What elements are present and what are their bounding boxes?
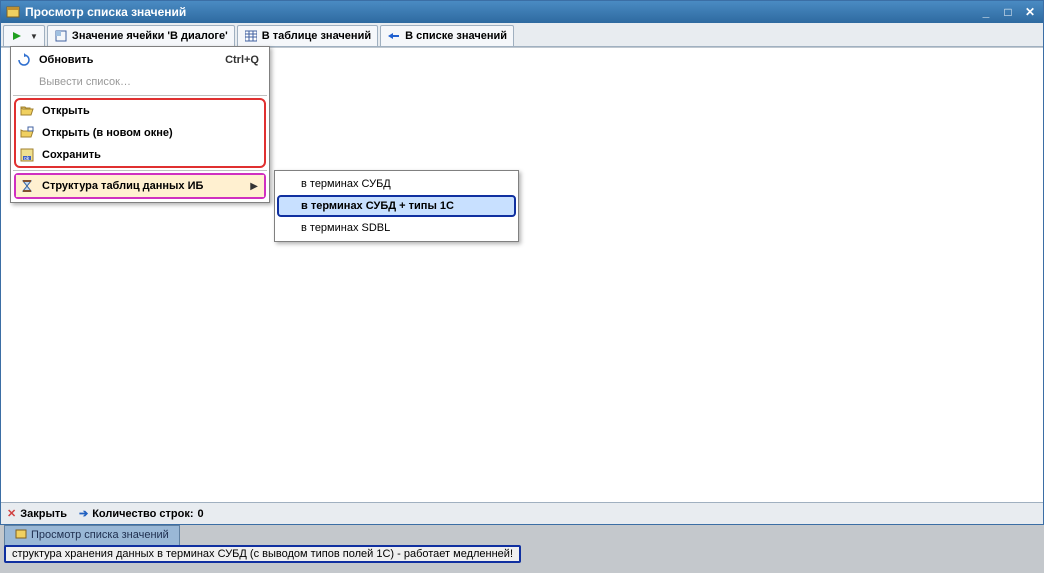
toolbar: ▼ Значение ячейки 'В диалоге' В таблице … xyxy=(1,23,1043,47)
in-table-label: В таблице значений xyxy=(262,30,371,42)
tab-label: Просмотр списка значений xyxy=(31,529,169,541)
in-list-button[interactable]: В списке значений xyxy=(380,25,514,47)
in-list-label: В списке значений xyxy=(405,30,507,42)
menu-separator-2 xyxy=(13,170,267,171)
submenu-item-sdbl[interactable]: в терминах SDBL xyxy=(277,217,516,239)
menu-item-save[interactable]: ok Сохранить xyxy=(16,144,264,166)
menu-open-label: Открыть xyxy=(42,105,260,117)
close-action[interactable]: ✕ Закрыть xyxy=(7,507,67,520)
cell-icon xyxy=(54,29,68,43)
hourglass-icon xyxy=(18,177,36,195)
titlebar: Просмотр списка значений _ □ ✕ xyxy=(1,1,1043,23)
maximize-button[interactable]: □ xyxy=(999,4,1017,20)
run-button[interactable]: ▼ xyxy=(3,25,45,47)
context-menu: Обновить Ctrl+Q Вывести список… Открыть xyxy=(10,46,270,203)
arrow-right-icon: ➔ xyxy=(79,507,88,520)
list-arrow-icon xyxy=(387,29,401,43)
submenu-item-subd[interactable]: в терминах СУБД xyxy=(277,173,516,195)
menu-item-export: Вывести список… xyxy=(13,71,267,93)
structure-submenu: в терминах СУБД в терминах СУБД + типы 1… xyxy=(274,170,519,242)
menu-item-open[interactable]: Открыть xyxy=(16,100,264,122)
folder-new-window-icon xyxy=(18,124,36,142)
window-controls: _ □ ✕ xyxy=(977,4,1039,20)
status-text: структура хранения данных в терминах СУБ… xyxy=(4,545,521,563)
play-icon xyxy=(10,29,24,43)
menu-group-structure: Структура таблиц данных ИБ ▶ xyxy=(14,173,266,199)
refresh-icon xyxy=(15,51,33,69)
menu-separator xyxy=(13,95,267,96)
menu-item-structure[interactable]: Структура таблиц данных ИБ ▶ xyxy=(16,175,264,197)
tab-icon xyxy=(15,528,27,543)
submenu-arrow-icon: ▶ xyxy=(250,181,260,192)
menu-export-label: Вывести список… xyxy=(39,76,263,88)
rowcount-label: Количество строк: xyxy=(92,508,193,520)
cell-value-label: Значение ячейки 'В диалоге' xyxy=(72,30,228,42)
submenu-item-subd-1c[interactable]: в терминах СУБД + типы 1С xyxy=(277,195,516,217)
menu-structure-label: Структура таблиц данных ИБ xyxy=(42,180,250,192)
rowcount-item[interactable]: ➔ Количество строк: 0 xyxy=(79,507,204,520)
table-icon xyxy=(244,29,258,43)
open-windows-bar: Просмотр списка значений xyxy=(0,525,1044,545)
menu-item-refresh[interactable]: Обновить Ctrl+Q xyxy=(13,49,267,71)
folder-open-icon xyxy=(18,102,36,120)
app-footer: Просмотр списка значений структура хране… xyxy=(0,525,1044,573)
save-icon: ok xyxy=(18,146,36,164)
dropdown-arrow-icon: ▼ xyxy=(30,32,38,41)
minimize-button[interactable]: _ xyxy=(977,4,995,20)
close-x-icon: ✕ xyxy=(7,507,16,520)
window-title: Просмотр списка значений xyxy=(25,5,977,19)
close-button[interactable]: ✕ xyxy=(1021,4,1039,20)
cell-value-button[interactable]: Значение ячейки 'В диалоге' xyxy=(47,25,235,47)
status-bar: структура хранения данных в терминах СУБ… xyxy=(0,545,1044,563)
app-icon xyxy=(5,4,21,20)
menu-group-file: Открыть Открыть (в новом окне) ok Сохран… xyxy=(14,98,266,168)
submenu-sdbl-label: в терминах SDBL xyxy=(301,222,512,234)
submenu-subd-1c-label: в терминах СУБД + типы 1С xyxy=(301,200,510,212)
menu-save-label: Сохранить xyxy=(42,149,260,161)
menu-open-new-label: Открыть (в новом окне) xyxy=(42,127,260,139)
bottom-bar: ✕ Закрыть ➔ Количество строк: 0 xyxy=(1,502,1043,524)
submenu-subd-label: в терминах СУБД xyxy=(301,178,512,190)
rowcount-value: 0 xyxy=(198,508,204,520)
menu-refresh-label: Обновить xyxy=(39,54,225,66)
close-label: Закрыть xyxy=(20,508,67,520)
open-window-tab[interactable]: Просмотр списка значений xyxy=(4,525,180,546)
menu-refresh-shortcut: Ctrl+Q xyxy=(225,54,263,66)
menu-item-open-new[interactable]: Открыть (в новом окне) xyxy=(16,122,264,144)
svg-text:ok: ok xyxy=(24,156,30,162)
in-table-button[interactable]: В таблице значений xyxy=(237,25,378,47)
blank-icon xyxy=(15,73,33,91)
